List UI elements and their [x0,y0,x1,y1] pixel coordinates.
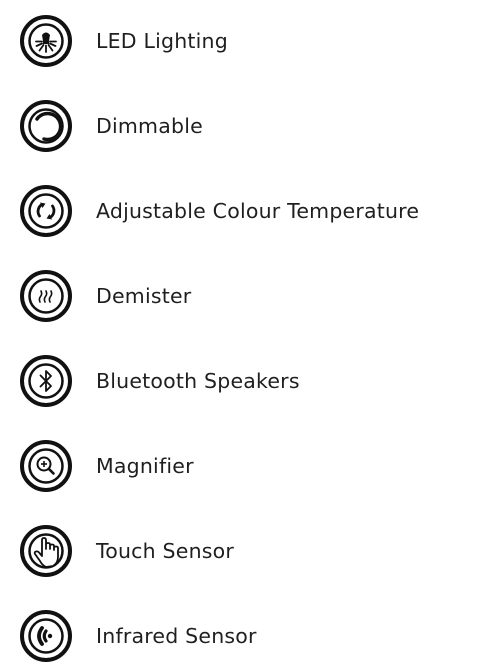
magnifier-icon [20,440,72,492]
feature-label-touch-sensor: Touch Sensor [96,539,235,563]
infrared-signal-icon [20,610,72,662]
dimmer-dial-icon [20,100,72,152]
feature-adjustable-colour-temperature: Adjustable Colour Temperature [20,184,490,238]
feature-dimmable: Dimmable [20,99,490,153]
feature-demister: Demister [20,269,490,323]
feature-led-lighting: LED Lighting [20,14,490,68]
feature-infrared-sensor: Infrared Sensor [20,609,490,663]
feature-list: LED Lighting Dimmable Adjustable Colour … [0,0,496,667]
feature-label-infrared-sensor: Infrared Sensor [96,624,257,648]
bluetooth-icon [20,355,72,407]
feature-label-led-lighting: LED Lighting [96,29,228,53]
feature-label-adjustable-colour-temperature: Adjustable Colour Temperature [96,199,420,223]
feature-magnifier: Magnifier [20,439,490,493]
feature-label-demister: Demister [96,284,192,308]
feature-bluetooth-speakers: Bluetooth Speakers [20,354,490,408]
feature-label-bluetooth-speakers: Bluetooth Speakers [96,369,300,393]
feature-label-dimmable: Dimmable [96,114,203,138]
feature-label-magnifier: Magnifier [96,454,194,478]
colour-cycle-icon [20,185,72,237]
hand-touch-icon [20,525,72,577]
feature-touch-sensor: Touch Sensor [20,524,490,578]
heat-waves-icon [20,270,72,322]
led-bulb-icon [20,15,72,67]
